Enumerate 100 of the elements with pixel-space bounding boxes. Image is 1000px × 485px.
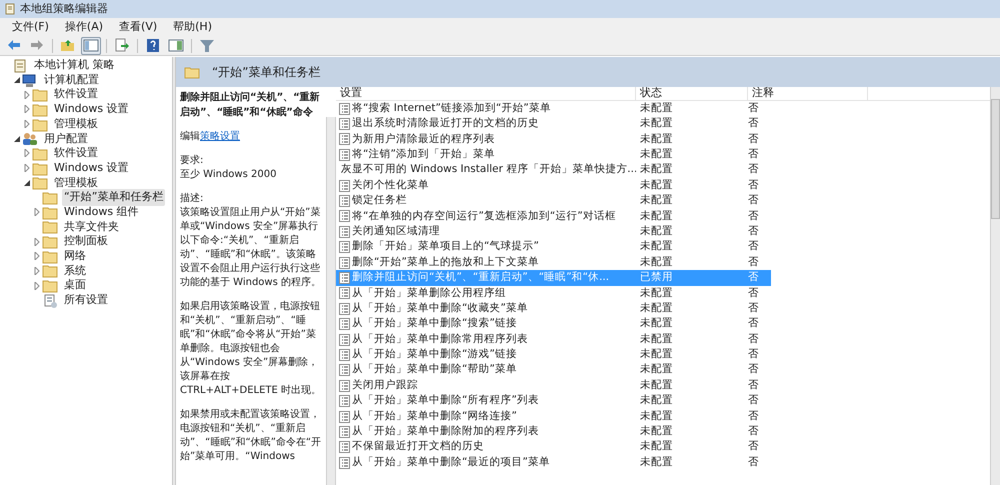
table-row[interactable]: 从「开始」菜单中删除附加的程序列表 未配置 否 xyxy=(336,424,771,440)
table-row[interactable]: 将“注销”添加到「开始」菜单 未配置 否 xyxy=(336,147,771,163)
setting-name[interactable]: 退出系统时清除最近打开的文档的历史 xyxy=(352,116,539,132)
setting-name[interactable]: 删除「开始」菜单项目上的“气球提示” xyxy=(352,239,539,256)
folder-icon xyxy=(42,190,58,206)
policy-setting-icon xyxy=(339,256,350,269)
setting-name[interactable]: 从「开始」菜单中删除“帮助”菜单 xyxy=(352,362,517,378)
policy-setting-icon xyxy=(339,180,350,192)
expander-icon[interactable] xyxy=(14,77,20,84)
comment-cell-text: 否 xyxy=(748,300,760,316)
state-cell-text: 未配置 xyxy=(639,378,674,393)
policy-setting-icon xyxy=(339,441,350,454)
setting-name[interactable]: 从「开始」菜单中删除常用程序列表 xyxy=(352,332,528,348)
tree-item[interactable]: Windows 设置 xyxy=(52,160,131,176)
menu-item[interactable]: 查看(V) xyxy=(111,18,166,36)
computer-icon xyxy=(22,72,38,88)
setting-name[interactable]: 关闭用户跟踪 xyxy=(352,378,418,394)
comment-cell-text: 否 xyxy=(748,208,760,224)
table-row[interactable]: 从「开始」菜单中删除“搜索”链接 未配置 否 xyxy=(336,316,771,332)
menu-item[interactable]: 帮助(H) xyxy=(165,18,220,36)
comment-cell-text: 否 xyxy=(748,270,760,286)
setting-name[interactable]: 锁定任务栏 xyxy=(352,193,407,209)
tree-item[interactable]: 计算机配置 xyxy=(42,72,101,88)
tree-item[interactable]: 用户配置 xyxy=(42,130,90,148)
table-row[interactable]: 从「开始」菜单中删除常用程序列表 未配置 否 xyxy=(336,332,771,348)
setting-name[interactable]: 关闭个性化菜单 xyxy=(352,178,429,194)
table-row[interactable]: 锁定任务栏 未配置 否 xyxy=(336,193,771,209)
state-cell-text: 未配置 xyxy=(639,224,674,239)
setting-name[interactable]: 从「开始」菜单中删除“搜索”链接 xyxy=(352,316,517,332)
tree-item[interactable]: Windows 组件 xyxy=(62,204,141,220)
setting-name[interactable]: 从「开始」菜单删除公用程序组 xyxy=(352,286,506,302)
comment-cell-text: 否 xyxy=(748,116,760,132)
table-row[interactable]: 将“搜索 Internet”链接添加到“开始”菜单 未配置 否 xyxy=(336,101,771,116)
table-row[interactable]: 从「开始」菜单中删除“收藏夹”菜单 未配置 否 xyxy=(336,301,771,316)
table-row[interactable]: 从「开始」菜单中删除“网络连接” 未配置 否 xyxy=(336,408,771,424)
table-row[interactable]: 从「开始」菜单中删除“最近的项目”菜单 未配置 否 xyxy=(336,454,771,470)
column-header[interactable]: 状态 xyxy=(636,87,748,100)
setting-name[interactable]: 删除“开始”菜单上的拖放和上下文菜单 xyxy=(352,254,539,270)
setting-name[interactable]: 将“注销”添加到「开始」菜单 xyxy=(352,147,495,163)
tree-item[interactable]: 本地计算机 策略 xyxy=(32,57,116,74)
tree-item[interactable]: Windows 设置 xyxy=(52,101,131,118)
column-header[interactable]: 设置 xyxy=(336,87,636,100)
setting-name[interactable]: 从「开始」菜单中删除“游戏”链接 xyxy=(352,347,517,363)
table-row[interactable]: 关闭个性化菜单 未配置 否 xyxy=(336,178,771,194)
table-row[interactable]: 灰显不可用的 Windows Installer 程序「开始」菜单快捷方... 未配置 否 xyxy=(336,162,771,178)
tree-item[interactable]: “开始”菜单和任务栏 xyxy=(62,189,166,206)
scrollbar[interactable] xyxy=(990,87,1000,485)
folder-icon xyxy=(32,160,48,176)
properties-pane-button[interactable] xyxy=(166,36,186,54)
table-row[interactable]: 不保留最近打开文档的历史 未配置 否 xyxy=(336,440,771,455)
folder-icon xyxy=(42,263,58,278)
setting-name[interactable]: 从「开始」菜单中删除“所有程序”列表 xyxy=(352,393,539,409)
policy-setting-icon xyxy=(339,102,350,115)
table-row[interactable]: 关闭用户跟踪 未配置 否 xyxy=(336,378,771,394)
setting-name[interactable]: 从「开始」菜单中删除“最近的项目”菜单 xyxy=(352,454,550,471)
setting-name[interactable]: 关闭通知区域清理 xyxy=(352,224,440,240)
table-row[interactable]: 删除「开始」菜单项目上的“气球提示” 未配置 否 xyxy=(336,240,771,255)
tree-item[interactable]: 软件设置 xyxy=(52,145,100,162)
folder-icon xyxy=(42,248,58,264)
tree-item[interactable]: 管理模板 xyxy=(52,174,100,192)
tree-item[interactable]: 管理模板 xyxy=(52,116,100,132)
setting-name[interactable]: 从「开始」菜单中删除附加的程序列表 xyxy=(352,424,539,440)
table-row[interactable]: 从「开始」菜单中删除“游戏”链接 未配置 否 xyxy=(336,347,771,363)
setting-name[interactable]: 为新用户清除最近的程序列表 xyxy=(352,132,495,148)
setting-name[interactable]: 将“搜索 Internet”链接添加到“开始”菜单 xyxy=(352,100,551,117)
table-row[interactable]: 删除“开始”菜单上的拖放和上下文菜单 未配置 否 xyxy=(336,254,771,270)
table-row[interactable]: 关闭通知区域清理 未配置 否 xyxy=(336,224,771,240)
state-cell-text: 未配置 xyxy=(639,424,674,440)
tree-item[interactable]: 所有设置 xyxy=(62,292,110,309)
setting-name[interactable]: 将“在单独的内存空间运行”复选框添加到“运行”对话框 xyxy=(352,208,616,224)
menu-item[interactable]: 文件(F) xyxy=(4,18,57,36)
tree-item[interactable]: 系统 xyxy=(62,262,88,280)
table-row[interactable]: 从「开始」菜单中删除“帮助”菜单 未配置 否 xyxy=(336,362,771,378)
policy-settings-link[interactable]: 策略设置 xyxy=(200,131,240,142)
table-row[interactable]: 从「开始」菜单中删除“所有程序”列表 未配置 否 xyxy=(336,393,771,409)
setting-name[interactable]: 灰显不可用的 Windows Installer 程序「开始」菜单快捷方... xyxy=(341,162,636,178)
scrollbar[interactable] xyxy=(326,117,336,485)
tree-item[interactable]: 共享文件夹 xyxy=(62,218,121,236)
comment-cell-text: 否 xyxy=(748,408,760,424)
scrollbar-thumb[interactable] xyxy=(991,99,1000,219)
table-row[interactable]: 从「开始」菜单删除公用程序组 未配置 否 xyxy=(336,286,771,302)
folder-icon xyxy=(42,234,58,250)
expander-icon[interactable] xyxy=(24,180,30,186)
policy-setting-icon xyxy=(339,148,350,161)
menu-item[interactable]: 操作(A) xyxy=(56,18,112,36)
table-row[interactable]: 退出系统时清除最近打开的文档的历史 未配置 否 xyxy=(336,116,771,132)
setting-name[interactable]: 不保留最近打开文档的历史 xyxy=(352,439,484,456)
tree-item[interactable]: 网络 xyxy=(62,248,88,265)
table-row[interactable]: 为新用户清除最近的程序列表 未配置 否 xyxy=(336,132,771,148)
tree-item[interactable]: 软件设置 xyxy=(52,86,100,103)
tree-pane-button[interactable] xyxy=(81,36,101,54)
comment-cell-text: 否 xyxy=(748,454,760,470)
setting-name[interactable]: 从「开始」菜单中删除“网络连接” xyxy=(352,408,517,424)
setting-name[interactable]: 从「开始」菜单中删除“收藏夹”菜单 xyxy=(352,300,528,317)
column-header[interactable]: 注释 xyxy=(748,87,868,100)
table-row[interactable]: 将“在单独的内存空间运行”复选框添加到“运行”对话框 未配置 否 xyxy=(336,208,771,224)
description-text: 如果禁用或未配置该策略设置，电源按钮和“关机”、“重新启动”、“睡眠”和“休眠”命令在“开始”菜单可用。“Windows xyxy=(180,408,322,464)
expander-icon[interactable] xyxy=(14,136,20,142)
tree-item[interactable]: 控制面板 xyxy=(62,233,110,250)
tree-item[interactable]: 桌面 xyxy=(62,277,88,294)
